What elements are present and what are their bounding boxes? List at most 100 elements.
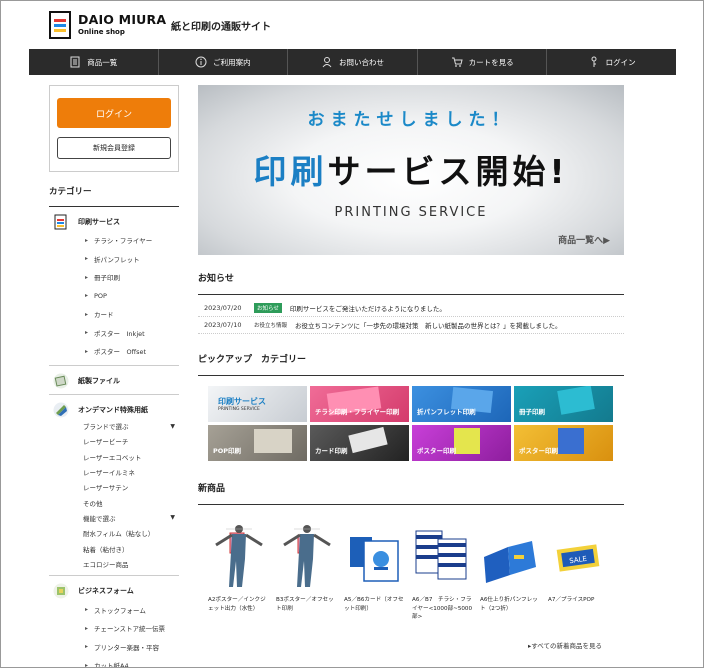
pickup-tile-label: チラシ印刷・フライヤー印刷 [315, 408, 400, 416]
sidebar-item-booklet[interactable]: 冊子印刷 [49, 268, 179, 287]
sidebar-item-ecology[interactable]: エコロジー商品 [49, 556, 179, 571]
sidebar-item-laser-peach[interactable]: レーザービーチ [49, 434, 179, 449]
news-item[interactable]: 2023/07/20 お知らせ 印刷サービスをご発注いただけるようになりました。 [198, 300, 624, 317]
sidebar-item-waterproof[interactable]: 耐水フィルム（粘なし） [49, 526, 179, 541]
sidebar-item-flyer[interactable]: チラシ・フライヤー [49, 231, 179, 250]
sidebar-item-stock-form[interactable]: ストックフォーム [49, 600, 179, 619]
category-label: 印刷サービス [78, 218, 120, 226]
news-section: お知らせ 2023/07/20 お知らせ 印刷サービスをご発注いただけるようにな… [198, 271, 624, 334]
pickup-tile-label: 冊子印刷 [519, 408, 545, 416]
main-content: おまたせしました！ 印刷サービス開始! PRINTING SERVICE 商品一… [198, 85, 624, 650]
product-name: B3ポスター／オフセット印刷 [276, 597, 334, 612]
person-headset-icon [322, 57, 332, 68]
news-badge: お知らせ [254, 303, 282, 313]
product-card[interactable]: SALE A7／プライスPOP [548, 519, 610, 622]
login-button[interactable]: ログイン [57, 98, 171, 128]
nav-contact-label: お問い合わせ [338, 57, 384, 67]
sidebar-item-pamphlet[interactable]: 折パンフレット [49, 250, 179, 269]
news-text[interactable]: お役立ちコンテンツに「一歩先の環境対策 新しい紙製品の世界とは？」を掲載しました… [295, 320, 562, 330]
new-items-section: 新商品 A2ポスター／インクジェット出力（水性） B3ポスター／オフセット印刷 … [198, 481, 624, 622]
nav-cart[interactable]: カートを見る [416, 49, 547, 75]
category-label: ビジネスフォーム [78, 587, 134, 596]
pickup-tile-pamphlet[interactable]: 折パンフレット印刷 [412, 386, 511, 422]
sidebar-item-laser-satin[interactable]: レーザーサテン [49, 480, 179, 495]
logo-subtitle: Online shop [78, 28, 125, 36]
product-name: A6仕上り折パンフレット（2つ折） [480, 597, 538, 612]
product-name: A5／B6カード（オフセット印刷） [344, 597, 404, 612]
news-item[interactable]: 2023/07/10 お役立ち情報 お役立ちコンテンツに「一歩先の環境対策 新し… [198, 317, 624, 334]
pickup-tile-booklet[interactable]: 冊子印刷 [514, 386, 613, 422]
pickup-tile-poster-inkjet[interactable]: ポスター印刷 [412, 425, 511, 461]
paper-sheet-decoration [558, 428, 584, 454]
news-title: お知らせ [198, 271, 624, 295]
news-date: 2023/07/10 [204, 321, 242, 329]
nav-login[interactable]: ログイン [546, 49, 676, 75]
pickup-tile-pop[interactable]: POP印刷 [208, 425, 307, 461]
card-stack-image [350, 537, 399, 582]
sidebar-item-laser-ecopet[interactable]: レーザーエコベット [49, 449, 179, 464]
site-tagline: 紙と印刷の通販サイト [171, 22, 271, 33]
category-print-service[interactable]: 印刷サービス [49, 213, 179, 231]
nav-login-label: ログイン [605, 57, 636, 67]
category-paper-file[interactable]: 紙製ファイル [49, 372, 179, 390]
banner-headline: 印刷サービス開始! [198, 145, 624, 193]
product-name: A2ポスター／インクジェット出力（水性） [208, 597, 266, 612]
sidebar-item-pop[interactable]: POP [49, 287, 179, 306]
pickup-grid: 印刷サービス PRINTING SERVICE チラシ印刷・フライヤー印刷 折パ… [198, 386, 624, 461]
product-card[interactable]: A2ポスター／インクジェット出力（水性） [208, 519, 270, 622]
sidebar: ログイン 新規会員登録 カテゴリー 印刷サービス チラシ・フライヤー 折パンフレ… [49, 85, 179, 667]
paper-roll-icon [53, 402, 69, 417]
banner-subtitle: おまたせしました！ [307, 110, 515, 130]
banner-headline-blue: 印刷 [253, 152, 328, 191]
nav-guide[interactable]: ご利用案内 [157, 49, 288, 75]
print-document-icon [54, 214, 67, 230]
nav-products[interactable]: 商品一覧 [29, 49, 158, 75]
nav-products-label: 商品一覧 [87, 57, 118, 67]
pickup-title: ピックアップ カテゴリー [198, 352, 624, 376]
product-card[interactable]: A6／B7 チラシ・フライヤー<1000部~5000部> [412, 519, 474, 622]
paper-sheet-decoration [557, 386, 595, 415]
sidebar-item-poster-inkjet[interactable]: ポスター Inkjet [49, 324, 179, 343]
pickup-tile-label: ポスター印刷 [417, 447, 456, 455]
banner-products-link[interactable]: 商品一覧へ▶ [558, 233, 610, 246]
category-label: オンデマンド特殊用紙 [78, 405, 148, 414]
logo-title[interactable]: DAIO MIURA [78, 12, 166, 27]
paper-sheet-decoration [348, 426, 388, 454]
sidebar-item-laser-illumine[interactable]: レーザーイルミネ [49, 464, 179, 479]
category-ondemand-paper[interactable]: オンデマンド特殊用紙 [49, 401, 179, 419]
sidebar-item-other[interactable]: その他 [49, 495, 179, 510]
info-icon [195, 56, 207, 68]
sidebar-item-chainstore[interactable]: チェーンストア統一伝票 [49, 619, 179, 638]
product-card[interactable]: A5／B6カード（オフセット印刷） [344, 519, 406, 622]
pickup-tile-print-service[interactable]: 印刷サービス PRINTING SERVICE [208, 386, 307, 422]
register-button[interactable]: 新規会員登録 [57, 137, 171, 159]
category-title: カテゴリー [49, 185, 179, 207]
sidebar-item-card[interactable]: カード [49, 305, 179, 324]
logo-icon[interactable] [49, 11, 73, 39]
sidebar-item-poster-offset[interactable]: ポスター Offset [49, 342, 179, 361]
category-label: 紙製ファイル [78, 376, 120, 385]
sidebar-item-brand[interactable]: ブランドで選ぶ ▼ [49, 419, 179, 434]
all-new-items-link[interactable]: ▸すべての新着商品を見る [528, 640, 602, 650]
product-card[interactable]: A6仕上り折パンフレット（2つ折） [480, 519, 542, 622]
sidebar-item-printer[interactable]: プリンター楽器・平容 [49, 637, 179, 656]
product-card[interactable]: B3ポスター／オフセット印刷 [276, 519, 338, 622]
paper-sheet-decoration [454, 428, 480, 454]
pickup-tile-flyer[interactable]: チラシ印刷・フライヤー印刷 [310, 386, 409, 422]
poster-person-image [215, 525, 263, 587]
pickup-tile-poster-offset[interactable]: ポスター印刷 [514, 425, 613, 461]
pickup-section: ピックアップ カテゴリー 印刷サービス PRINTING SERVICE チラシ… [198, 352, 624, 461]
product-name: A7／プライスPOP [548, 597, 595, 603]
document-list-icon [70, 56, 80, 68]
cart-icon [451, 57, 463, 67]
hero-banner[interactable]: おまたせしました！ 印刷サービス開始! PRINTING SERVICE 商品一… [198, 85, 624, 255]
pickup-tile-card[interactable]: カード印刷 [310, 425, 409, 461]
sidebar-item-function[interactable]: 機能で選ぶ ▼ [49, 510, 179, 525]
business-form-icon [53, 583, 69, 599]
news-text[interactable]: 印刷サービスをご発注いただけるようになりました。 [290, 303, 446, 313]
sidebar-item-cut-a4[interactable]: カット紙A4 [49, 656, 179, 667]
nav-contact[interactable]: お問い合わせ [287, 49, 417, 75]
category-business-form[interactable]: ビジネスフォーム [49, 582, 179, 600]
news-date: 2023/07/20 [204, 304, 242, 312]
sidebar-item-adhesive[interactable]: 粘着（粘付き） [49, 541, 179, 556]
